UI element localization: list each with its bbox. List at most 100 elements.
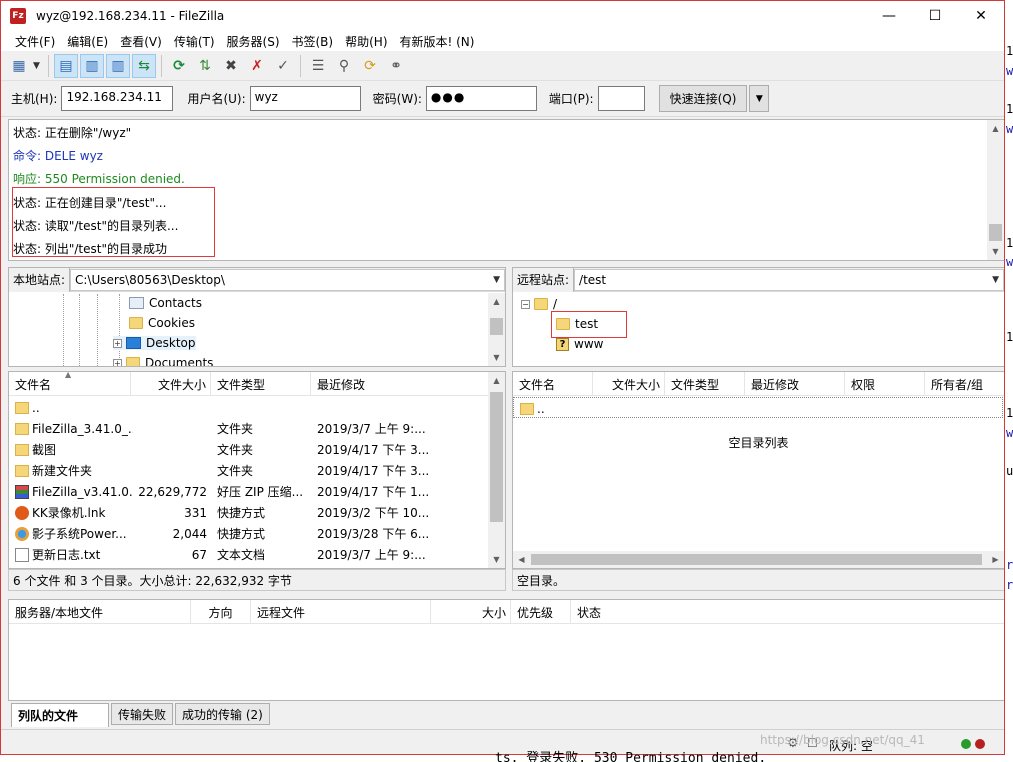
chevron-down-icon[interactable]: ▼	[493, 275, 500, 285]
toggle-compare-icon[interactable]: ⚲	[332, 54, 356, 78]
log-scrollbar[interactable]: ▲ ▼	[987, 120, 1004, 260]
reconnect-icon[interactable]: ✓	[271, 54, 295, 78]
scroll-left-icon[interactable]: ◀	[513, 551, 530, 568]
expand-icon[interactable]: +	[113, 358, 122, 366]
table-row[interactable]: KK录像机.lnk 331 快捷方式 2019/3/2 下午 10...	[9, 502, 489, 523]
scroll-thumb[interactable]	[490, 318, 503, 335]
table-row[interactable]: FileZilla_v3.41.0... 22,629,772 好压 ZIP 压…	[9, 481, 489, 502]
minimize-button[interactable]: —	[866, 1, 912, 31]
toggle-queue-icon[interactable]: ⇆	[132, 53, 156, 78]
scroll-up-icon[interactable]: ▲	[488, 372, 505, 389]
scroll-thumb[interactable]	[490, 392, 503, 522]
maximize-button[interactable]: ☐	[912, 1, 958, 31]
refresh-icon[interactable]: ⟳	[167, 54, 191, 78]
menu-server[interactable]: 服务器(S)	[221, 33, 286, 50]
process-queue-icon[interactable]: ⇅	[193, 54, 217, 78]
cancel-operation-icon[interactable]: ✖	[219, 54, 243, 78]
column-modified[interactable]: 最近修改	[745, 372, 845, 396]
collapse-icon[interactable]: −	[521, 299, 530, 309]
transfer-queue: 服务器/本地文件 方向 远程文件 大小 优先级 状态	[8, 599, 1004, 701]
tab-queued-files[interactable]: 列队的文件	[11, 703, 109, 727]
close-button[interactable]: ✕	[958, 1, 1004, 31]
column-filename[interactable]: 文件名 ▲	[9, 372, 131, 396]
tab-failed-transfers[interactable]: 传输失败	[111, 703, 174, 725]
tree-item-cookies[interactable]: Cookies	[129, 316, 195, 330]
port-input[interactable]	[597, 86, 645, 111]
message-log[interactable]: 状态: 正在删除"/wyz" 命令: DELE wyz 响应: 550 Perm…	[8, 119, 1004, 261]
local-status: 6 个文件 和 3 个目录。大小总计: 22,632,932 字节	[8, 569, 506, 591]
column-size[interactable]: 大小	[431, 600, 511, 624]
table-row[interactable]: 截图 文件夹 2019/4/17 下午 3...	[9, 439, 489, 460]
column-owner[interactable]: 所有者/组	[925, 372, 1004, 396]
column-filetype[interactable]: 文件类型	[665, 372, 745, 396]
column-permissions[interactable]: 权限	[845, 372, 925, 396]
table-row[interactable]: 影子系统Power... 2,044 快捷方式 2019/3/28 下午 6..…	[9, 523, 489, 544]
tab-successful-transfers[interactable]: 成功的传输 (2)	[175, 703, 270, 725]
password-input[interactable]: ●●●	[425, 86, 537, 111]
remote-status: 空目录。	[512, 569, 1004, 591]
scroll-up-icon[interactable]: ▲	[987, 120, 1004, 137]
scroll-down-icon[interactable]: ▼	[987, 243, 1004, 260]
column-filesize[interactable]: 文件大小	[593, 372, 665, 396]
site-manager-icon[interactable]: ▦	[7, 54, 31, 78]
column-filesize[interactable]: 文件大小	[131, 372, 211, 396]
scroll-thumb[interactable]	[531, 554, 982, 565]
password-label: 密码(W):	[372, 92, 422, 106]
chevron-down-icon[interactable]: ▼	[992, 275, 999, 285]
table-row[interactable]: 更新日志.txt 67 文本文档 2019/3/7 上午 9:...	[9, 544, 489, 565]
table-row[interactable]: ..	[9, 397, 489, 418]
file-modified: 2019/4/17 下午 3...	[317, 443, 430, 457]
filezilla-window: Fz wyz@192.168.234.11 - FileZilla — ☐ ✕ …	[0, 0, 1005, 755]
local-tree-scrollbar[interactable]: ▲ ▼	[488, 293, 505, 366]
tree-item-www[interactable]: ? www	[556, 337, 603, 351]
remote-path-input[interactable]: /test ▼	[574, 268, 1004, 291]
column-server-local-file[interactable]: 服务器/本地文件	[9, 600, 191, 624]
remote-list-hscrollbar[interactable]: ◀ ▶	[513, 551, 1004, 568]
scroll-thumb[interactable]	[989, 224, 1002, 241]
expand-icon[interactable]: +	[113, 338, 122, 348]
scroll-up-icon[interactable]: ▲	[488, 293, 505, 310]
menu-edit[interactable]: 编辑(E)	[61, 33, 114, 50]
username-input[interactable]: wyz	[249, 86, 361, 111]
table-row[interactable]: ..	[513, 397, 1003, 418]
toggle-local-tree-icon[interactable]: ▥	[80, 53, 104, 78]
scroll-down-icon[interactable]: ▼	[488, 551, 505, 568]
column-modified[interactable]: 最近修改	[311, 372, 491, 396]
table-row[interactable]: FileZilla_3.41.0_... 文件夹 2019/3/7 上午 9:.…	[9, 418, 489, 439]
tree-item-documents[interactable]: + Documents	[113, 356, 213, 366]
directory-filter-icon[interactable]: ☰	[306, 54, 330, 78]
menu-help[interactable]: 帮助(H)	[339, 33, 393, 50]
scroll-right-icon[interactable]: ▶	[987, 551, 1004, 568]
host-input[interactable]: 192.168.234.11	[61, 86, 174, 111]
column-filetype[interactable]: 文件类型	[211, 372, 311, 396]
tree-item-contacts[interactable]: Contacts	[129, 296, 202, 310]
menu-new-version[interactable]: 有新版本! (N)	[394, 33, 481, 50]
local-path-input[interactable]: C:\Users\80563\Desktop\ ▼	[70, 268, 505, 291]
send-indicator-icon	[961, 739, 971, 749]
column-filename[interactable]: 文件名	[513, 372, 593, 396]
table-row[interactable]: 新建文件夹 文件夹 2019/4/17 下午 3...	[9, 460, 489, 481]
toggle-log-icon[interactable]: ▤	[54, 53, 78, 78]
toggle-remote-tree-icon[interactable]: ▥	[106, 53, 130, 78]
quickconnect-button[interactable]: 快速连接(Q)	[658, 85, 748, 112]
remote-path-text: /test	[579, 272, 607, 287]
column-priority[interactable]: 优先级	[511, 600, 571, 624]
column-status[interactable]: 状态	[571, 600, 1004, 624]
tree-item-root[interactable]: − /	[521, 297, 557, 311]
quickconnect-dropdown-icon[interactable]: ▼	[749, 85, 770, 112]
search-remote-icon[interactable]: ⚭	[384, 54, 408, 78]
tree-item-desktop[interactable]: + Desktop	[113, 336, 196, 350]
menu-file[interactable]: 文件(F)	[9, 33, 61, 50]
column-direction[interactable]: 方向	[191, 600, 251, 624]
log-line: 状态: 正在删除"/wyz"	[13, 126, 132, 140]
sync-browse-icon[interactable]: ⟳	[358, 54, 382, 78]
site-manager-dropdown-icon[interactable]: ▼	[33, 61, 43, 71]
menu-bookmarks[interactable]: 书签(B)	[286, 33, 340, 50]
file-name: 更新日志.txt	[32, 548, 101, 562]
menu-transfer[interactable]: 传输(T)	[168, 33, 221, 50]
menu-view[interactable]: 查看(V)	[114, 33, 168, 50]
local-list-scrollbar[interactable]: ▲ ▼	[488, 372, 505, 568]
disconnect-icon[interactable]: ✗	[245, 54, 269, 78]
scroll-down-icon[interactable]: ▼	[488, 349, 505, 366]
column-remote-file[interactable]: 远程文件	[251, 600, 431, 624]
